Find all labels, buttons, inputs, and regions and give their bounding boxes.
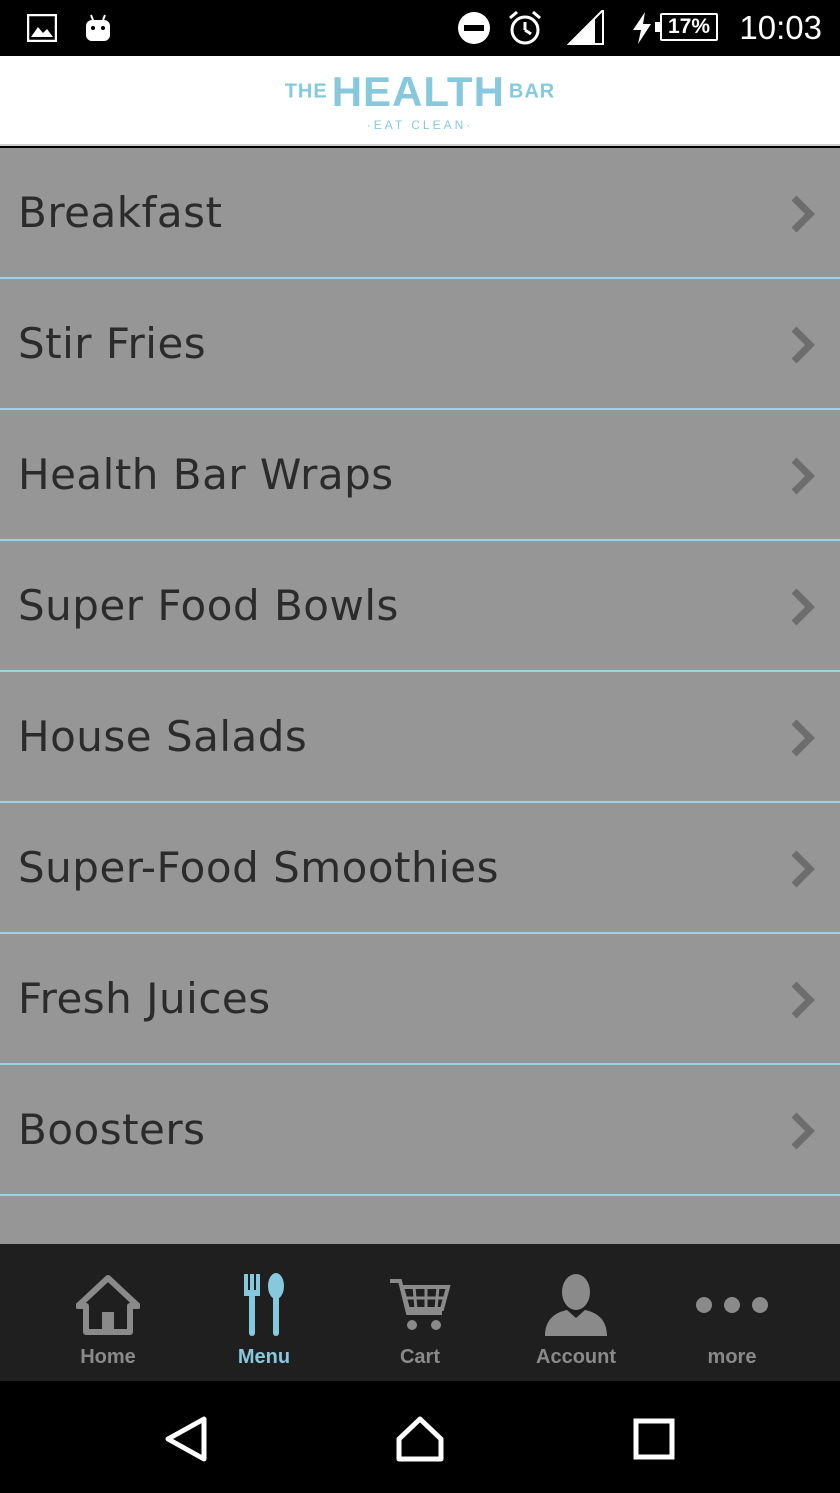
chevron-right-icon [791, 1112, 815, 1150]
menu-item-super-food-smoothies[interactable]: Super-Food Smoothies [0, 803, 840, 934]
menu-item-breakfast[interactable]: Breakfast [0, 148, 840, 279]
tab-menu[interactable]: Menu [186, 1244, 342, 1381]
menu-item-label: Super-Food Smoothies [18, 843, 500, 892]
menu-item-super-food-bowls[interactable]: Super Food Bowls [0, 541, 840, 672]
alarm-icon [506, 0, 544, 56]
signal-icon [566, 0, 606, 56]
android-debug-icon [82, 0, 114, 56]
menu-item-partial[interactable]: Ext... [0, 1196, 840, 1244]
menu-item-label: Ext... [18, 1196, 129, 1244]
menu-item-label: Health Bar Wraps [18, 450, 394, 499]
chevron-right-icon [791, 195, 815, 233]
chevron-right-icon [791, 457, 815, 495]
menu-item-label: House Salads [18, 712, 308, 761]
tab-label: more [707, 1346, 757, 1368]
chevron-right-icon [791, 981, 815, 1019]
menu-item-label: Boosters [18, 1105, 206, 1154]
menu-category-list[interactable]: Breakfast Stir Fries Health Bar Wraps Su… [0, 148, 840, 1244]
cart-icon [342, 1270, 498, 1340]
logo-bar: BAR [508, 80, 556, 103]
menu-item-label: Fresh Juices [18, 974, 271, 1023]
tab-more[interactable]: more [654, 1244, 810, 1381]
logo-tagline: ·EAT CLEAN· [366, 118, 474, 132]
menu-item-stir-fries[interactable]: Stir Fries [0, 279, 840, 410]
chevron-right-icon [791, 850, 815, 888]
menu-item-boosters[interactable]: Boosters [0, 1065, 840, 1196]
fork-spoon-icon [186, 1270, 342, 1340]
more-dots-icon [654, 1270, 810, 1340]
chevron-right-icon [791, 326, 815, 364]
tab-cart[interactable]: Cart [342, 1244, 498, 1381]
recents-icon[interactable] [624, 1409, 684, 1469]
system-nav-bar [0, 1381, 840, 1493]
battery-indicator: 17% [655, 13, 718, 41]
tab-label: Account [536, 1346, 616, 1368]
home-nav-icon[interactable] [390, 1409, 450, 1469]
home-icon [30, 1270, 186, 1340]
do-not-disturb-icon [456, 0, 492, 56]
bottom-tab-bar: Home Menu Cart Account more [0, 1244, 840, 1381]
tab-label: Home [80, 1346, 136, 1368]
status-time: 10:03 [739, 9, 822, 46]
tab-home[interactable]: Home [30, 1244, 186, 1381]
menu-item-health-bar-wraps[interactable]: Health Bar Wraps [0, 410, 840, 541]
status-bar: 17% 10:03 [0, 0, 840, 56]
health-bar-logo: THEHEALTH BAR ·EAT CLEAN· [0, 56, 840, 146]
charging-icon [630, 0, 654, 56]
chevron-right-icon [791, 588, 815, 626]
tab-label: Menu [237, 1346, 291, 1368]
logo-health: HEALTH [331, 68, 505, 115]
back-icon[interactable] [156, 1409, 216, 1469]
tab-account[interactable]: Account [498, 1244, 654, 1381]
app-header: THEHEALTH BAR ·EAT CLEAN· [0, 56, 840, 146]
tab-label: Cart [399, 1346, 440, 1368]
menu-item-label: Breakfast [18, 188, 223, 237]
image-icon [26, 0, 58, 56]
menu-item-label: Super Food Bowls [18, 581, 399, 630]
chevron-right-icon [791, 719, 815, 757]
menu-item-label: Stir Fries [18, 319, 207, 368]
menu-item-house-salads[interactable]: House Salads [0, 672, 840, 803]
logo-the: THE [284, 80, 328, 103]
menu-item-fresh-juices[interactable]: Fresh Juices [0, 934, 840, 1065]
user-icon [498, 1270, 654, 1340]
